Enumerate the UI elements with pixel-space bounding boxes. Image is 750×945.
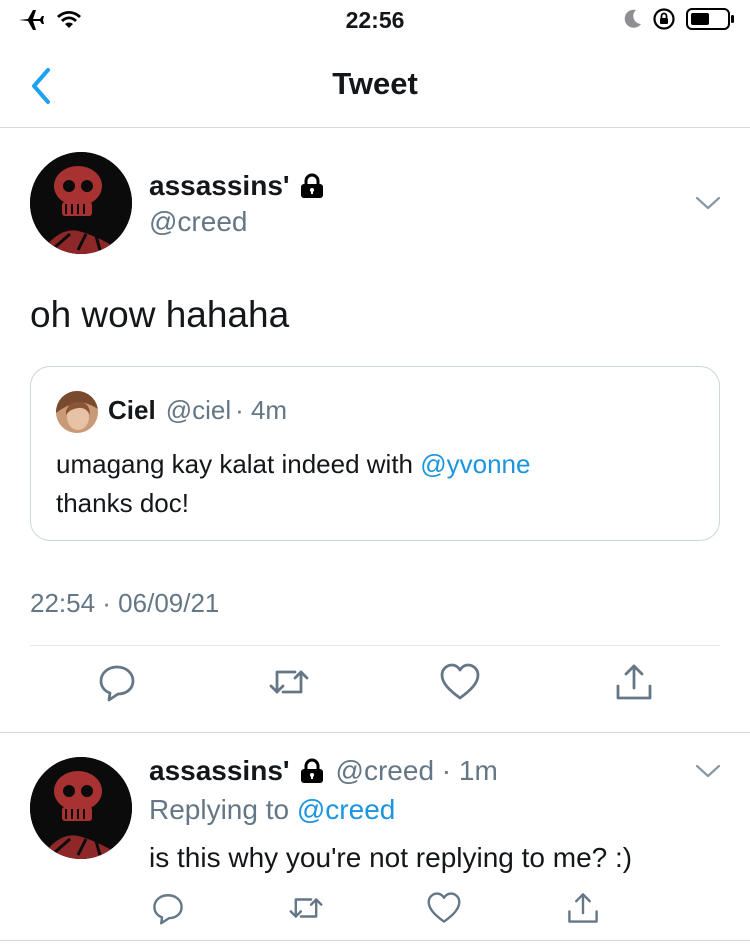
share-icon <box>616 664 652 700</box>
quoted-tweet-header: Ciel @ciel · 4m <box>108 395 287 426</box>
reply-tweet-text: is this why you're not replying to me? :… <box>149 842 633 873</box>
battery-icon <box>686 8 734 30</box>
quoted-tweet[interactable]: Ciel @ciel · 4m umagang kay kalat indeed… <box>30 366 720 541</box>
quoted-text-part: thanks doc! <box>56 488 189 518</box>
quoted-text-part: umagang kay kalat indeed with <box>56 449 421 479</box>
like-button[interactable] <box>438 660 482 704</box>
reply-handle-time[interactable]: @creed · 1m <box>336 755 498 787</box>
chevron-down-icon[interactable] <box>694 194 722 212</box>
tweet-timestamp: 22:54 · 06/09/21 <box>30 588 220 618</box>
main-tweet-avatar[interactable] <box>30 152 132 254</box>
main-tweet-author[interactable]: assassins' <box>149 170 326 202</box>
share-button[interactable] <box>612 660 656 704</box>
reply-tweet-header: assassins' @creed · 1m <box>149 755 498 787</box>
divider <box>0 940 750 941</box>
reply-icon <box>153 894 183 925</box>
main-tweet-actions <box>0 660 750 720</box>
like-icon <box>440 663 480 700</box>
like-icon <box>427 892 461 923</box>
tweet-text: oh wow hahaha <box>30 294 290 335</box>
reply-tweet-avatar[interactable] <box>30 757 132 859</box>
quoted-display-name[interactable]: Ciel <box>108 395 156 426</box>
quoted-tweet-avatar[interactable] <box>56 391 98 433</box>
quoted-handle[interactable]: @ciel <box>166 395 231 426</box>
reply-icon <box>99 665 135 702</box>
share-button[interactable] <box>563 888 603 928</box>
retweet-button[interactable] <box>267 660 311 704</box>
retweet-icon <box>269 670 309 694</box>
rotation-lock-icon <box>653 8 675 30</box>
like-button[interactable] <box>424 888 464 928</box>
moon-icon <box>624 9 641 28</box>
replying-to-label: Replying to <box>149 794 297 825</box>
page-title: Tweet <box>332 66 418 101</box>
share-icon <box>568 893 598 923</box>
divider <box>0 732 750 733</box>
replying-to-mention[interactable]: @creed <box>297 794 395 825</box>
skull-avatar-image <box>30 152 132 254</box>
chevron-down-icon[interactable] <box>694 762 722 780</box>
retweet-button[interactable] <box>286 888 326 928</box>
replying-to-line: Replying to @creed <box>149 794 395 826</box>
quoted-time: · 4m <box>235 395 288 425</box>
quoted-tweet-text: umagang kay kalat indeed with @yvonne th… <box>56 445 696 523</box>
author-display-name[interactable]: assassins' <box>149 755 290 787</box>
author-handle[interactable]: @creed <box>149 206 247 238</box>
divider <box>30 645 720 646</box>
status-bar: 22:56 <box>0 0 750 40</box>
navigation-bar: Tweet <box>0 44 750 128</box>
reply-tweet-actions <box>0 888 750 945</box>
quoted-avatar-image <box>56 391 98 433</box>
author-display-name[interactable]: assassins' <box>149 170 290 202</box>
lock-icon <box>300 173 323 198</box>
lock-icon <box>300 758 323 783</box>
reply-button[interactable] <box>148 888 188 928</box>
retweet-icon <box>289 898 323 918</box>
skull-avatar-image <box>30 757 132 859</box>
mention-link[interactable]: @yvonne <box>420 449 530 479</box>
status-right <box>622 7 736 31</box>
reply-button[interactable] <box>95 660 139 704</box>
